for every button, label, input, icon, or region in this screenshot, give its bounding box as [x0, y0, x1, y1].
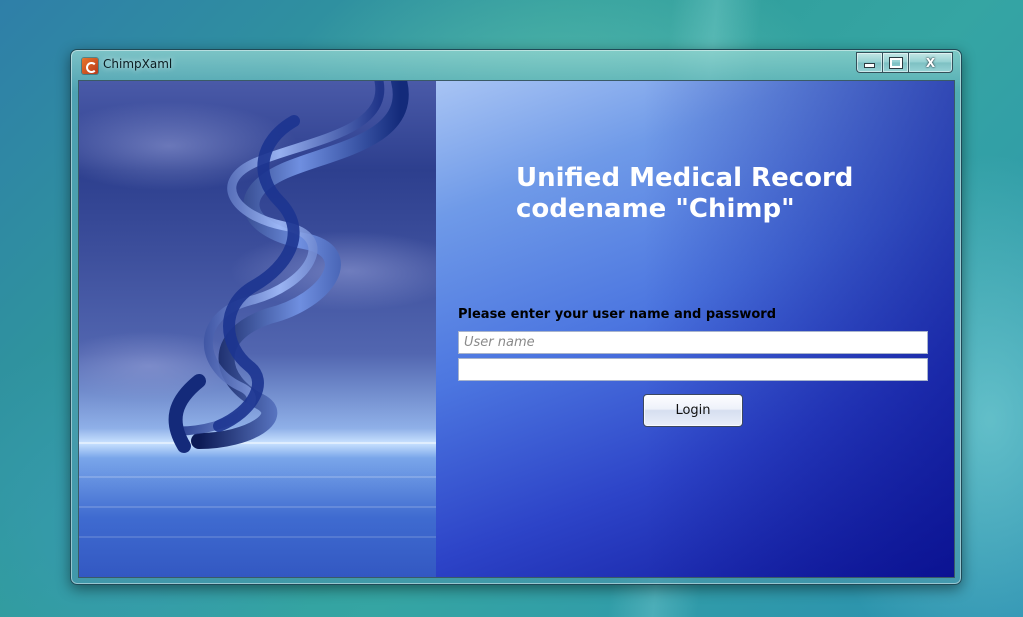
app-window: ChimpXaml X Unified Medical Record coden…	[70, 49, 962, 585]
username-input[interactable]	[458, 331, 928, 354]
dna-helix-icon	[168, 81, 409, 453]
app-heading-line1: Unified Medical Record	[516, 163, 854, 193]
maximize-icon	[888, 56, 903, 69]
maximize-button[interactable]	[882, 52, 908, 73]
password-input[interactable]	[458, 358, 928, 381]
app-icon[interactable]	[82, 58, 98, 74]
close-icon: X	[925, 55, 936, 70]
login-button[interactable]: Login	[643, 394, 743, 427]
minimize-icon	[864, 63, 875, 68]
app-heading-line2: codename "Chimp"	[516, 194, 795, 224]
login-panel: Unified Medical Record codename "Chimp" …	[436, 81, 954, 577]
window-title: ChimpXaml	[103, 57, 173, 71]
dna-helix-image	[79, 81, 436, 577]
close-button[interactable]: X	[908, 52, 953, 73]
app-heading: Unified Medical Record codename "Chimp"	[516, 163, 853, 225]
caption-buttons: X	[856, 52, 953, 73]
minimize-button[interactable]	[856, 52, 882, 73]
login-prompt: Please enter your user name and password	[458, 307, 777, 322]
window-client-area: Unified Medical Record codename "Chimp" …	[78, 80, 955, 578]
